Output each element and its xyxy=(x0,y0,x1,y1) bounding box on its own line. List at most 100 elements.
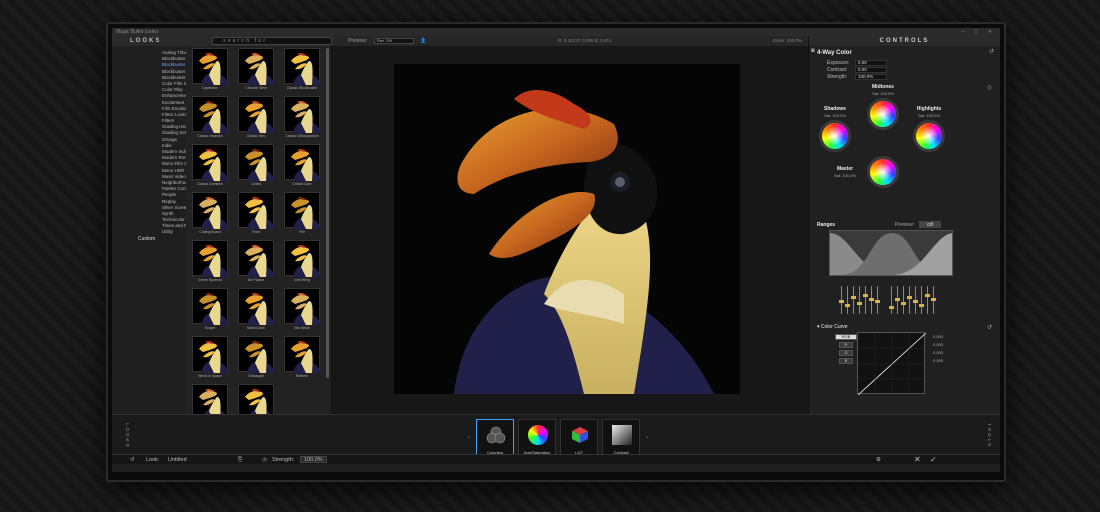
range-sliders[interactable] xyxy=(839,286,951,316)
confirm-check-icon[interactable]: ✓ xyxy=(930,455,937,465)
reset-icon[interactable]: ↺ xyxy=(989,48,994,55)
look-thumbnail[interactable] xyxy=(192,192,229,229)
look-thumbnail[interactable] xyxy=(238,192,275,229)
hornbill-thumb-icon xyxy=(199,340,229,373)
look-thumbnail-label: Kruger xyxy=(204,326,216,330)
curve-channel-button[interactable]: RGB xyxy=(835,334,857,340)
color-curve-title[interactable]: ▾ Color Curve xyxy=(817,324,848,330)
hornbill-thumb-icon xyxy=(245,100,275,133)
range-slider-knob[interactable] xyxy=(901,302,906,305)
exposure-row: Exposure: 0.00 xyxy=(827,60,887,66)
range-slider-knob[interactable] xyxy=(907,296,912,299)
person-icon[interactable]: 👤 xyxy=(420,36,426,46)
status-strength-value[interactable]: 100.0% xyxy=(300,456,327,463)
range-slider-knob[interactable] xyxy=(895,298,900,301)
undo-icon[interactable]: ↺ xyxy=(130,455,135,465)
zoom-readout[interactable]: Zoom: 100.0% xyxy=(773,36,802,46)
look-thumbnail[interactable] xyxy=(284,48,321,85)
range-slider-knob[interactable] xyxy=(839,300,844,303)
look-thumbnail[interactable] xyxy=(284,192,321,229)
range-slider-knob[interactable] xyxy=(863,294,868,297)
look-thumbnail[interactable] xyxy=(192,336,229,373)
range-slider-knob[interactable] xyxy=(913,300,918,303)
look-thumbnail[interactable] xyxy=(238,336,275,373)
save-look-icon[interactable]: ⎘ xyxy=(238,455,242,465)
look-thumbnail[interactable] xyxy=(238,96,275,133)
hue-saturation-icon xyxy=(528,425,548,445)
range-slider-track[interactable] xyxy=(909,286,910,314)
shadows-wheel[interactable] xyxy=(819,120,851,152)
window-controls[interactable]: – ▢ ✕ xyxy=(962,28,996,36)
preview-select[interactable]: Rec.709 xyxy=(374,38,414,44)
look-thumbnail[interactable] xyxy=(192,384,228,414)
curve-channel-button[interactable]: B xyxy=(839,358,853,364)
search-input[interactable]: search for xyxy=(212,37,332,45)
master-wheel[interactable] xyxy=(867,156,899,188)
range-slider-track[interactable] xyxy=(865,286,866,314)
range-slider-knob[interactable] xyxy=(869,298,874,301)
look-thumbnail[interactable] xyxy=(192,48,229,85)
scroll-left-arrow[interactable]: ‹ xyxy=(468,435,470,441)
range-slider-knob[interactable] xyxy=(845,304,850,307)
cancel-x-icon[interactable]: ✕ xyxy=(914,455,921,465)
look-thumbnail[interactable] xyxy=(238,48,275,85)
curve-channel-button[interactable]: R xyxy=(839,342,853,348)
hornbill-thumb-icon xyxy=(291,100,321,133)
tools-side-tab[interactable]: TOOLS xyxy=(982,423,992,448)
info-icon[interactable]: ◎ xyxy=(987,84,992,91)
range-slider-track[interactable] xyxy=(847,286,848,314)
hornbill-thumb-icon xyxy=(291,244,321,277)
look-thumbnail[interactable] xyxy=(238,384,274,414)
tool-contrast[interactable]: Contrast xyxy=(602,419,640,459)
look-thumbnail[interactable] xyxy=(192,96,229,133)
look-thumbnail[interactable] xyxy=(238,288,275,325)
look-thumbnail[interactable] xyxy=(284,240,321,277)
range-slider-track[interactable] xyxy=(903,286,904,314)
midtones-wheel[interactable] xyxy=(867,98,899,130)
look-thumbnail[interactable] xyxy=(192,240,229,277)
tool-lut[interactable]: LUT xyxy=(560,419,598,459)
range-slider-track[interactable] xyxy=(859,286,860,314)
tool-hue-saturation[interactable]: Hue/Saturation xyxy=(518,419,556,459)
exposure-field[interactable]: 0.00 xyxy=(855,60,887,66)
range-slider-track[interactable] xyxy=(891,286,892,314)
look-thumbnail-label: Classic Ultraquantum xyxy=(285,134,319,138)
scroll-right-arrow[interactable]: › xyxy=(646,435,648,441)
curve-reset-icon[interactable]: ↺ xyxy=(987,324,992,331)
looks-side-tab[interactable]: LOOKS xyxy=(120,423,130,449)
range-slider-track[interactable] xyxy=(927,286,928,314)
range-slider-knob[interactable] xyxy=(925,294,930,297)
range-slider-knob[interactable] xyxy=(851,296,856,299)
look-thumbnail[interactable] xyxy=(238,144,275,181)
look-thumbnail[interactable] xyxy=(192,144,229,181)
ranges-preview-toggle[interactable]: Off xyxy=(919,221,941,228)
look-thumbnail[interactable] xyxy=(284,144,321,181)
range-slider-knob[interactable] xyxy=(857,302,862,305)
look-thumbnail[interactable] xyxy=(238,240,275,277)
thumbnail-scrollbar[interactable] xyxy=(326,48,329,378)
look-thumbnail[interactable] xyxy=(284,96,321,133)
look-thumbnail[interactable] xyxy=(284,336,321,373)
strength-row: Strength: 100.0% xyxy=(827,74,887,80)
strength-label: Strength: xyxy=(827,74,848,80)
look-name[interactable]: Untitled xyxy=(168,455,187,465)
category-custom[interactable]: Custom xyxy=(112,236,186,242)
color-curve-editor[interactable] xyxy=(857,332,927,396)
hornbill-photo[interactable] xyxy=(394,64,740,394)
camera-icon[interactable]: ◙ xyxy=(811,48,815,54)
range-slider-track[interactable] xyxy=(921,286,922,314)
contrast-field[interactable]: 0.00 xyxy=(855,67,887,73)
tool-colorista[interactable]: Colorista xyxy=(476,419,514,459)
settings-gear-icon[interactable]: ⚙ xyxy=(876,455,881,465)
ranges-graph[interactable] xyxy=(829,230,953,276)
look-thumbnail[interactable] xyxy=(192,288,229,325)
range-slider-knob[interactable] xyxy=(919,304,924,307)
highlights-wheel[interactable] xyxy=(913,120,945,152)
range-slider-knob[interactable] xyxy=(931,298,936,301)
range-slider-knob[interactable] xyxy=(875,300,880,303)
curve-channel-button[interactable]: G xyxy=(839,350,853,356)
strength-field[interactable]: 100.0% xyxy=(855,74,887,80)
range-slider-track[interactable] xyxy=(853,286,854,314)
look-thumbnail[interactable] xyxy=(284,288,321,325)
range-slider-knob[interactable] xyxy=(889,306,894,309)
